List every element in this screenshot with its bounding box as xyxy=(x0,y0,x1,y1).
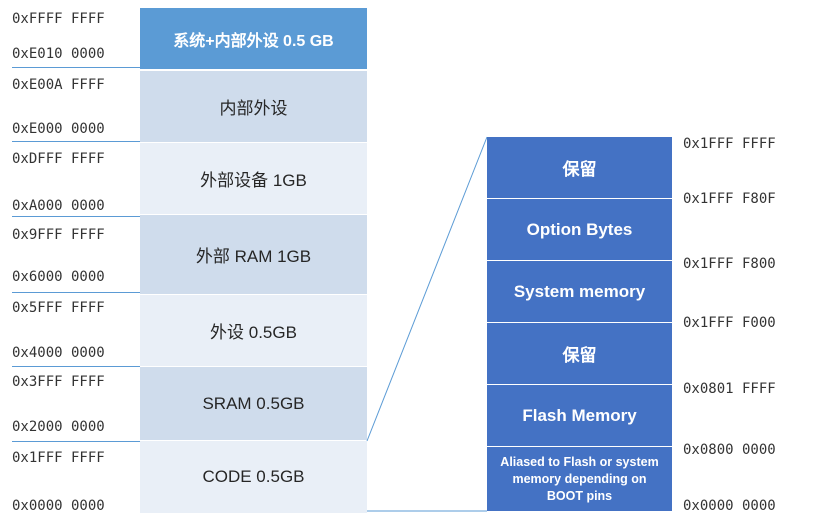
address-label: 0x0800 0000 xyxy=(683,442,776,458)
block-reserved-middle: 保留 xyxy=(487,323,672,385)
block-label: Flash Memory xyxy=(522,405,637,425)
block-aliased-boot: Aliased to Flash or system memory depend… xyxy=(487,447,672,511)
address-label: 0x1FFF F800 xyxy=(683,256,776,272)
block-label: Aliased to Flash or system memory depend… xyxy=(500,454,659,503)
address-label: 0x1FFF FFFF xyxy=(683,136,776,152)
block-label: System memory xyxy=(513,281,646,301)
connector-top-line xyxy=(366,136,488,442)
address-label: 0x1FFF F80F xyxy=(683,191,776,207)
block-label: Option Bytes xyxy=(526,219,633,239)
block-reserved-top: 保留 xyxy=(487,137,672,199)
block-label: 保留 xyxy=(562,346,597,365)
block-option-bytes: Option Bytes xyxy=(487,199,672,261)
address-label: 0x0000 0000 xyxy=(683,498,776,514)
block-flash-memory: Flash Memory xyxy=(487,385,672,447)
address-label: 0x1FFF F000 xyxy=(683,315,776,331)
address-label: 0x0801 FFFF xyxy=(683,381,776,397)
block-label: 保留 xyxy=(562,160,597,179)
block-system-memory: System memory xyxy=(487,261,672,323)
